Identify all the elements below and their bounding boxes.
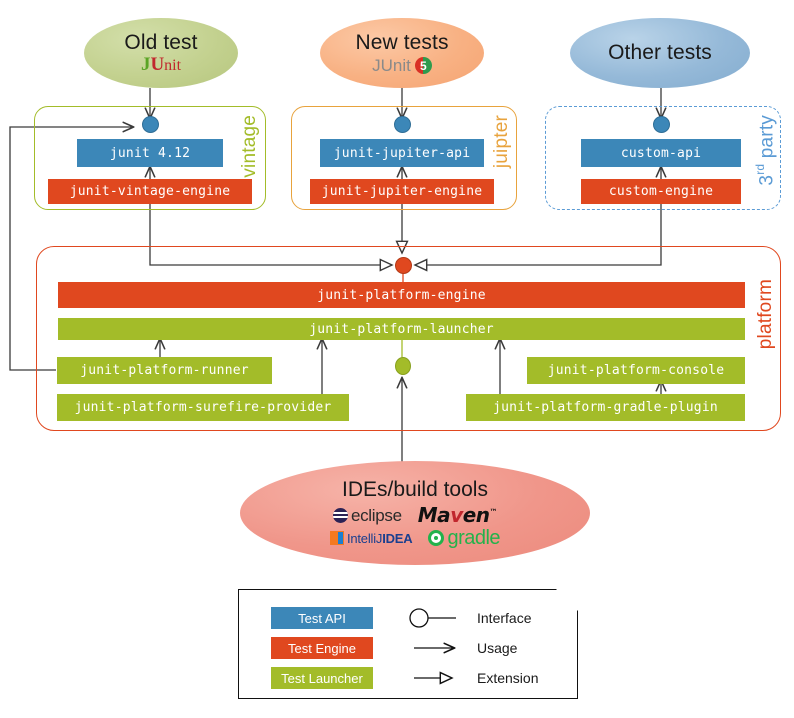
gradle-label: gradle <box>447 527 501 549</box>
legend-label-interface: Interface <box>477 610 532 626</box>
group-jupiter-label: juipter <box>491 115 512 169</box>
logo-row-top: eclipse Maven™ <box>332 503 498 527</box>
intellij-label-bold: IDEA <box>382 530 413 546</box>
box-custom-engine[interactable]: custom-engine <box>581 179 741 204</box>
intellij-label-light: IntelliJ <box>346 530 383 546</box>
third-party-label-sup: rd <box>752 163 767 175</box>
ides-build-tools-ellipse: IDEs/build tools eclipse Maven™ IntelliJ… <box>240 461 590 565</box>
group-platform-label: platform <box>755 279 776 350</box>
gradle-icon <box>428 530 445 546</box>
eclipse-label: eclipse <box>350 505 402 525</box>
legend-label-extension: Extension <box>477 670 539 686</box>
third-party-label-main: 3 <box>756 174 777 186</box>
box-junit-jupiter-engine[interactable]: junit-jupiter-engine <box>310 179 494 204</box>
box-junit-vintage-engine[interactable]: junit-vintage-engine <box>48 179 252 204</box>
interface-circle-platform-engine <box>395 257 412 274</box>
box-junit-platform-engine[interactable]: junit-platform-engine <box>58 282 745 308</box>
interface-circle-vintage <box>142 116 159 133</box>
legend-label-usage: Usage <box>477 640 518 656</box>
box-junit-platform-console[interactable]: junit-platform-console <box>527 357 745 384</box>
junit5-badge-number: 5 <box>420 58 427 73</box>
source-ellipse-new-tests: New tests JUnit 5 <box>320 18 484 88</box>
box-junit-platform-surefire-provider[interactable]: junit-platform-surefire-provider <box>57 394 349 421</box>
gradle-logo: gradle <box>428 527 501 549</box>
box-junit-4-12[interactable]: junit 4.12 <box>77 139 223 167</box>
new-tests-title: New tests <box>355 30 449 54</box>
box-junit-platform-launcher[interactable]: junit-platform-launcher <box>58 318 745 340</box>
other-tests-title: Other tests <box>608 40 712 64</box>
junit5-badge: 5 <box>414 57 432 75</box>
intellij-label: IntelliJIDEA <box>347 532 413 545</box>
maven-logo: Maven™ <box>417 503 498 527</box>
legend-box: Test API Test Engine Test Launcher Inter… <box>238 589 578 699</box>
intellij-idea-logo: IntelliJIDEA <box>329 531 413 545</box>
interface-circle-third-party <box>653 116 670 133</box>
eclipse-logo: eclipse <box>332 505 402 525</box>
junit5-logo-text: JUnit <box>372 56 411 76</box>
box-custom-api[interactable]: custom-api <box>581 139 741 167</box>
box-junit-platform-gradle-plugin[interactable]: junit-platform-gradle-plugin <box>466 394 745 421</box>
group-vintage-label: vintage <box>239 115 260 178</box>
diagram-canvas: Old test JUnit New tests JUnit 5 Other t… <box>0 0 794 718</box>
junit4-logo: JUnit <box>140 54 182 76</box>
interface-circle-platform-launcher <box>395 357 411 375</box>
box-junit-platform-runner[interactable]: junit-platform-runner <box>57 357 272 384</box>
eclipse-icon <box>332 507 348 523</box>
ides-build-tools-title: IDEs/build tools <box>342 478 488 501</box>
source-ellipse-old-test: Old test JUnit <box>84 18 238 88</box>
junit5-logo: JUnit 5 <box>372 56 432 76</box>
logo-row-bottom: IntelliJIDEA gradle <box>329 527 501 549</box>
box-junit-jupiter-api[interactable]: junit-jupiter-api <box>320 139 484 167</box>
third-party-label-rest: party <box>756 115 777 164</box>
group-third-party-label: 3rd party <box>753 115 778 186</box>
maven-label: Maven™ <box>417 503 498 527</box>
source-ellipse-other-tests: Other tests <box>570 18 750 88</box>
interface-circle-jupiter <box>394 116 411 133</box>
intellij-icon <box>329 531 344 545</box>
old-test-title: Old test <box>124 30 198 54</box>
